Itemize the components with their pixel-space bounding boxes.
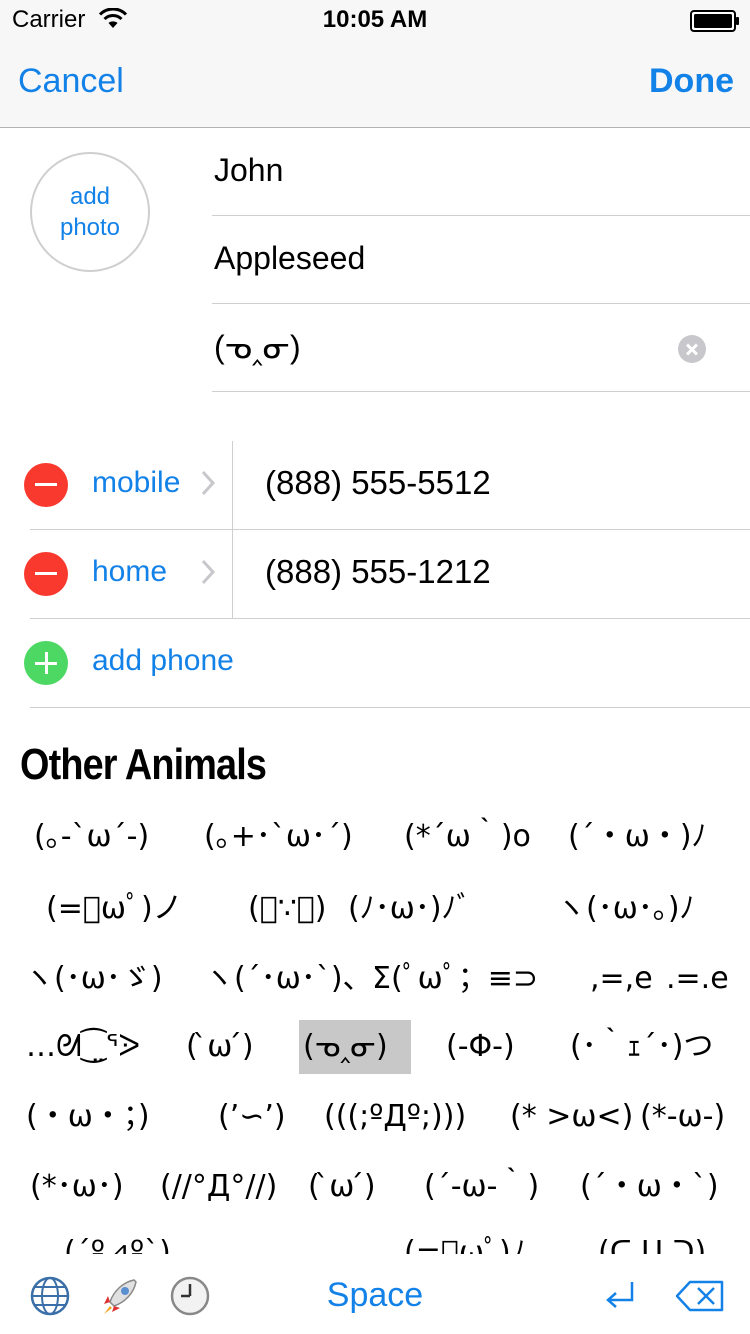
add-photo-button[interactable]: add photo (30, 152, 150, 272)
phone-number-field[interactable]: (888) 555-5512 (265, 464, 491, 502)
phone-label-button[interactable]: home (92, 555, 167, 589)
navigation-bar: Cancel Done (0, 40, 750, 128)
emoticon-key[interactable]: ( ̀ω ́) (304, 1160, 380, 1214)
phone-label-button[interactable]: mobile (92, 466, 180, 500)
emoticon-key[interactable]: Σ(ﾟωﾟ；≡⊃ (368, 952, 542, 1006)
phone-row-mobile: mobile (888) 555-5512 (0, 441, 750, 530)
delete-phone-icon[interactable] (24, 552, 68, 596)
phone-number-field[interactable]: (888) 555-1212 (265, 553, 491, 591)
emoticon-key[interactable]: (=ﾟωﾟ)ノ (42, 882, 187, 936)
add-phone-icon[interactable] (24, 641, 68, 685)
add-phone-label[interactable]: add phone (92, 644, 234, 678)
emoticon-key[interactable]: (//°Д°//) (156, 1160, 281, 1214)
return-icon[interactable] (598, 1274, 642, 1318)
column-divider (232, 441, 233, 529)
status-bar: Carrier 10:05 AM (0, 0, 750, 40)
last-name-value: Appleseed (214, 240, 366, 276)
emoticon-key[interactable]: (´・ω・)ﾉ (564, 810, 711, 864)
emoticon-key-selected[interactable]: (ᓀ‸ᓂ) (299, 1020, 411, 1074)
company-value: (ᓀ‸ᓂ) (214, 329, 301, 365)
emoticon-key[interactable]: (=ﾟωﾟ)ﾉ (400, 1226, 530, 1254)
phone-row-home: home (888) 555-1212 (0, 530, 750, 619)
emoticon-key[interactable]: (｡+･`ω･´) (200, 810, 357, 864)
status-time: 10:05 AM (322, 6, 428, 33)
emoticon-key[interactable]: (’∽’) (214, 1090, 290, 1144)
emoticon-key[interactable]: .=.e (662, 952, 733, 1006)
emoticon-grid: (｡-`ω´-) (｡+･`ω･´) (*´ω｀)o (´・ω・)ﾉ (=ﾟωﾟ… (0, 806, 750, 1254)
emoticon-key[interactable]: (*´ω｀)o (400, 810, 535, 864)
emoticon-key[interactable]: ヽ(´･ω･`)、 (200, 952, 377, 1006)
emoticon-key[interactable]: …ᘛ⁐̤ᕐᐷ (22, 1020, 144, 1074)
emoticon-key[interactable]: ,=,e (586, 952, 657, 1006)
emoticon-key[interactable]: (´・ω・`) (576, 1160, 723, 1214)
emoticon-key[interactable]: (-Φ-) (442, 1020, 519, 1074)
emoticon-key[interactable]: (((;ºДº;))) (320, 1090, 470, 1144)
cancel-button[interactable]: Cancel (18, 62, 124, 101)
emoticon-key[interactable]: (･｀ｪ´･)つ (566, 1020, 717, 1074)
row-separator (30, 707, 750, 708)
emoticon-key[interactable]: ヽ(･ω･ゞ) (20, 952, 167, 1006)
column-divider (232, 530, 233, 618)
delete-phone-icon[interactable] (24, 463, 68, 507)
battery-icon (690, 10, 739, 32)
emoticon-key[interactable]: (｡-`ω´-) (30, 810, 153, 864)
emoticon-key[interactable]: (´º⊿º`) (60, 1226, 175, 1254)
done-button[interactable]: Done (649, 62, 734, 101)
emoticon-key[interactable]: (ᑕ ᑌ ᑐ) (594, 1226, 710, 1254)
first-name-value: John (214, 152, 284, 188)
chevron-right-icon (201, 559, 216, 585)
emoticon-key[interactable]: (*･ω･) (26, 1160, 128, 1214)
emoticon-key[interactable]: (*-ω-) (636, 1090, 729, 1144)
add-photo-label-line1: add (69, 183, 111, 210)
add-photo-label-line2: photo (59, 214, 121, 241)
emoticon-key[interactable]: (* >ω<) (506, 1090, 637, 1144)
emoticon-key[interactable]: ヽ(･ω･｡)ﾉ (552, 882, 699, 936)
clear-text-icon[interactable] (678, 335, 706, 363)
keyboard-bottom-bar: Space (0, 1258, 750, 1334)
emoticon-category-title: Other Animals (20, 740, 267, 789)
company-field[interactable]: (ᓀ‸ᓂ) (212, 304, 750, 392)
emoticon-key[interactable]: (ﾉ･ω･)ﾉﾞ (344, 882, 476, 936)
emoticon-key[interactable]: (´-ω-｀) (420, 1160, 543, 1214)
backspace-icon[interactable] (674, 1274, 726, 1318)
emoticon-key[interactable]: ( ̀ω ́) (182, 1020, 258, 1074)
add-phone-row[interactable]: add phone (0, 619, 750, 708)
first-name-field[interactable]: John (212, 128, 750, 216)
emoticon-key[interactable]: (ﾟ∵ﾟ) (244, 882, 331, 936)
chevron-right-icon (201, 470, 216, 496)
emoticon-key[interactable]: (・ω・；) (22, 1090, 154, 1144)
last-name-field[interactable]: Appleseed (212, 216, 750, 304)
